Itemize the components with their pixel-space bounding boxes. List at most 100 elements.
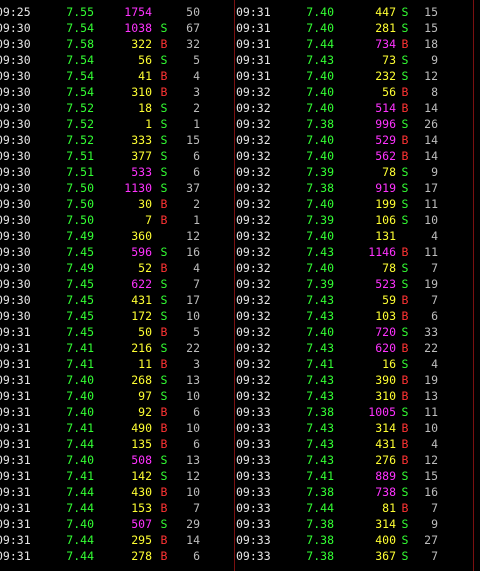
tick-side-flag: S: [401, 405, 409, 419]
tick-row[interactable]: 09:30 7.52 18 S 2: [0, 100, 234, 116]
tick-row[interactable]: 09:32 7.40 56 B 8: [236, 84, 472, 100]
tick-side-flag: B: [401, 133, 409, 147]
tick-trade-count: 11: [424, 197, 438, 211]
tick-trade-count: 8: [431, 85, 438, 99]
tick-trade-count: 7: [431, 501, 438, 515]
tick-row[interactable]: 09:33 7.38 738 S 16: [236, 484, 472, 500]
tick-volume: 7: [145, 213, 152, 227]
tick-price: 7.38: [306, 533, 334, 547]
tick-row[interactable]: 09:32 7.39 106 S 10: [236, 212, 472, 228]
tick-row[interactable]: 09:30 7.54 56 S 5: [0, 52, 234, 68]
tick-row[interactable]: 09:32 7.40 720 S 33: [236, 324, 472, 340]
tick-row[interactable]: 09:31 7.44 153 B 7: [0, 500, 234, 516]
tick-row[interactable]: 09:30 7.49 360 12: [0, 228, 234, 244]
tick-row[interactable]: 09:32 7.43 1146 B 11: [236, 244, 472, 260]
tick-row[interactable]: 09:31 7.40 281 S 15: [236, 20, 472, 36]
tick-volume: 11: [138, 357, 152, 371]
tick-row[interactable]: 09:30 7.51 533 S 6: [0, 164, 234, 180]
tick-row[interactable]: 09:33 7.43 431 B 4: [236, 436, 472, 452]
tick-row[interactable]: 09:33 7.44 81 B 7: [236, 500, 472, 516]
tick-row[interactable]: 09:30 7.54 1038 S 67: [0, 20, 234, 36]
tick-row[interactable]: 09:32 7.40 514 B 14: [236, 100, 472, 116]
tick-row[interactable]: 09:32 7.40 562 B 14: [236, 148, 472, 164]
tick-row[interactable]: 09:31 7.41 11 B 3: [0, 356, 234, 372]
tick-row[interactable]: 09:30 7.45 431 S 17: [0, 292, 234, 308]
tick-row[interactable]: 09:31 7.44 295 B 14: [0, 532, 234, 548]
tick-row[interactable]: 09:30 7.50 30 B 2: [0, 196, 234, 212]
tick-row[interactable]: 09:30 7.54 310 B 3: [0, 84, 234, 100]
tick-price: 7.38: [306, 485, 334, 499]
tick-trade-count: 22: [186, 341, 200, 355]
tick-row[interactable]: 09:30 7.58 322 B 32: [0, 36, 234, 52]
tick-row[interactable]: 09:33 7.38 314 S 9: [236, 516, 472, 532]
tick-volume: 216: [131, 341, 152, 355]
tick-row[interactable]: 09:33 7.38 400 S 27: [236, 532, 472, 548]
tick-row[interactable]: 09:32 7.38 996 S 26: [236, 116, 472, 132]
tick-row[interactable]: 09:31 7.44 278 B 6: [0, 548, 234, 564]
tick-volume: 1754: [124, 5, 152, 19]
tick-row[interactable]: 09:31 7.41 490 B 10: [0, 420, 234, 436]
tick-row[interactable]: 09:32 7.39 78 S 9: [236, 164, 472, 180]
tick-row[interactable]: 09:31 7.40 97 S 10: [0, 388, 234, 404]
tick-time: 09:33: [236, 517, 271, 531]
tick-list-left[interactable]: 09:257.5517545009:307.541038S6709:307.58…: [0, 0, 234, 571]
tick-trade-count: 10: [424, 421, 438, 435]
tick-row[interactable]: 09:31 7.40 232 S 12: [236, 68, 472, 84]
tick-row[interactable]: 09:30 7.50 7B 1: [0, 212, 234, 228]
tick-price: 7.40: [306, 5, 334, 19]
tick-trade-count: 4: [431, 357, 438, 371]
tick-row[interactable]: 09:33 7.38 1005 S 11: [236, 404, 472, 420]
tick-row[interactable]: 09:30 7.51 377 S 6: [0, 148, 234, 164]
tick-price: 7.40: [306, 149, 334, 163]
tick-time: 09:31: [0, 549, 31, 563]
tick-volume: 1: [145, 117, 152, 131]
tick-list-right[interactable]: 09:31 7.40 447 S 15 09:31 7.40 281 S 15 09:31 7.44 7…: [236, 0, 472, 571]
tick-row[interactable]: 09:32 7.40 529 B 14: [236, 132, 472, 148]
tick-row[interactable]: 09:32 7.43 390 B 19: [236, 372, 472, 388]
tick-row[interactable]: 09:30 7.45 622 S 7: [0, 276, 234, 292]
tick-time: 09:33: [236, 533, 271, 547]
tick-row[interactable]: 09:31 7.40 447 S 15: [236, 4, 472, 20]
tick-price: 7.45: [66, 325, 94, 339]
tick-row[interactable]: 09:32 7.39 523 S 19: [236, 276, 472, 292]
tick-row[interactable]: 09:32 7.41 16 S 4: [236, 356, 472, 372]
tick-row[interactable]: 09:30 7.49 52 B 4: [0, 260, 234, 276]
tick-row[interactable]: 09:32 7.43 310 B 13: [236, 388, 472, 404]
tick-row[interactable]: 09:31 7.40 507 S 29: [0, 516, 234, 532]
tick-row[interactable]: 09:31 7.40 92 B 6: [0, 404, 234, 420]
tick-row[interactable]: 09:31 7.41 142 S 12: [0, 468, 234, 484]
tick-row[interactable]: 09:30 7.50 1130 S 37: [0, 180, 234, 196]
tick-row[interactable]: 09:32 7.40 199 S 11: [236, 196, 472, 212]
tick-row[interactable]: 09:32 7.43 620 B 22: [236, 340, 472, 356]
tick-row[interactable]: 09:32 7.40 131 4: [236, 228, 472, 244]
tick-time: 09:30: [0, 213, 31, 227]
tick-row[interactable]: 09:33 7.38 367 S 7: [236, 548, 472, 564]
tick-row[interactable]: 09:31 7.45 50 B 5: [0, 324, 234, 340]
tick-side-flag: S: [160, 101, 168, 115]
tick-row[interactable]: 09:33 7.41 889 S 15: [236, 468, 472, 484]
tick-time: 09:32: [236, 149, 271, 163]
tick-row[interactable]: 09:31 7.41 216 S 22: [0, 340, 234, 356]
tick-row[interactable]: 09:30 7.54 41 B 4: [0, 68, 234, 84]
tick-row[interactable]: 09:31 7.44 135 B 6: [0, 436, 234, 452]
tick-time: 09:31: [0, 325, 31, 339]
tick-row[interactable]: 09:31 7.44 734 B 18: [236, 36, 472, 52]
tick-time: 09:31: [0, 533, 31, 547]
tick-time: 09:32: [236, 245, 271, 259]
tick-row[interactable]: 09:30 7.45 172 S 10: [0, 308, 234, 324]
tick-row[interactable]: 09:31 7.43 73 S 9: [236, 52, 472, 68]
tick-row[interactable]: 09:31 7.44 430 B 10: [0, 484, 234, 500]
tick-row[interactable]: 09:33 7.43 276 B 12: [236, 452, 472, 468]
tick-row[interactable]: 09:32 7.40 78 S 7: [236, 260, 472, 276]
tick-row[interactable]: 09:32 7.43 59 B 7: [236, 292, 472, 308]
tick-row[interactable]: 09:32 7.38 919 S 17: [236, 180, 472, 196]
tick-row[interactable]: 09:30 7.45 596 S 16: [0, 244, 234, 260]
tick-row[interactable]: 09:33 7.43 314 B 10: [236, 420, 472, 436]
tick-row[interactable]: 09:31 7.40 268 S 13: [0, 372, 234, 388]
tick-row[interactable]: 09:25 7.55 1754 50: [0, 4, 234, 20]
tick-row[interactable]: 09:30 7.52 333 S 15: [0, 132, 234, 148]
tick-row[interactable]: 09:307.521S1: [0, 116, 234, 132]
tick-row[interactable]: 09:31 7.40 508 S 13: [0, 452, 234, 468]
right-edge-divider: [473, 0, 474, 571]
tick-row[interactable]: 09:32 7.43 103 B 6: [236, 308, 472, 324]
